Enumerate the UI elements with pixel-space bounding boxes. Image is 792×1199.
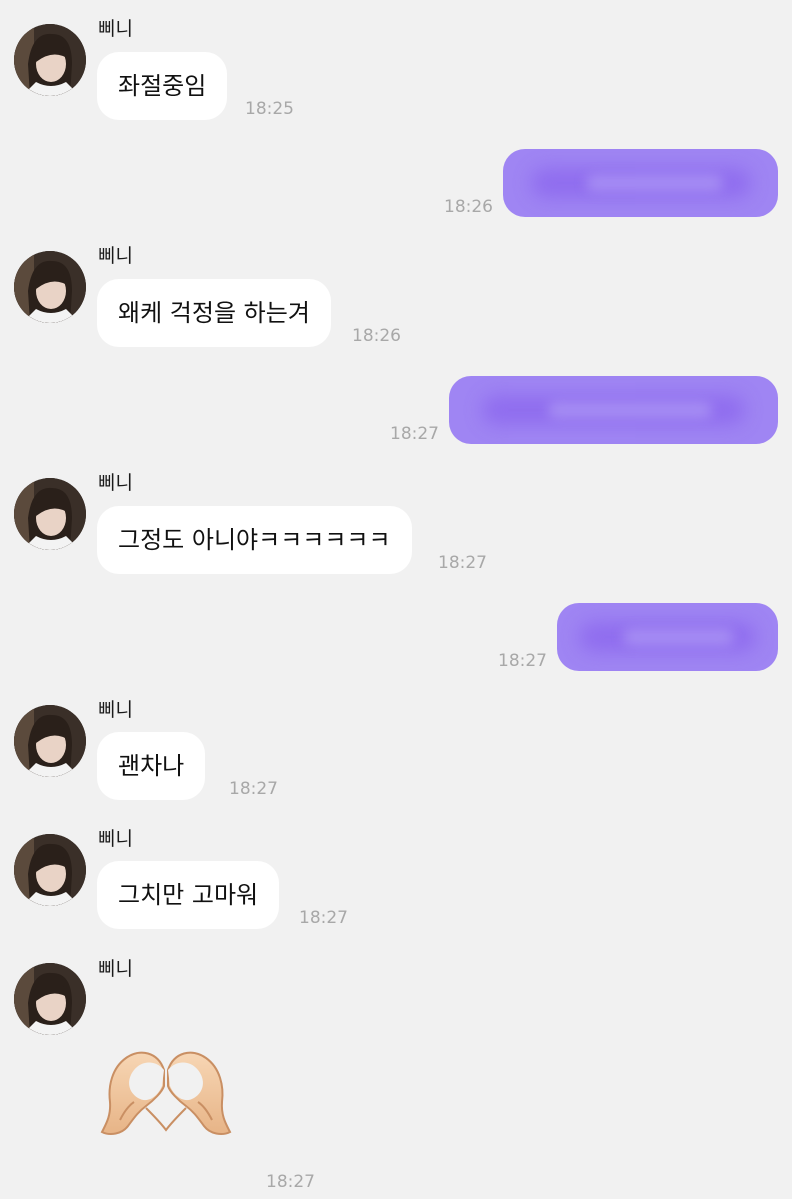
received-message-bubble[interactable]: 왜케 걱정을 하는겨 xyxy=(97,279,331,347)
message-timestamp: 18:27 xyxy=(299,908,348,928)
message-timestamp: 18:27 xyxy=(498,651,547,671)
received-message-bubble[interactable]: 그치만 고마워 xyxy=(97,861,280,929)
received-message-bubble[interactable]: 그정도 아니야ㅋㅋㅋㅋㅋㅋ xyxy=(97,506,412,574)
chat-conversation: 삐니 좌절중임 18:25 18:26 삐니 왜케 걱정을 하는겨 18:26 … xyxy=(0,0,792,1199)
received-message-bubble[interactable]: 좌절중임 xyxy=(97,52,228,120)
sender-name: 삐니 xyxy=(98,472,133,494)
message-timestamp: 18:27 xyxy=(438,553,487,573)
sender-name: 삐니 xyxy=(98,828,133,850)
sender-avatar[interactable] xyxy=(14,251,86,323)
sent-message-bubble-blurred[interactable] xyxy=(449,376,778,444)
blurred-content xyxy=(623,628,734,646)
sender-name: 삐니 xyxy=(98,245,133,267)
sent-message-bubble-blurred[interactable] xyxy=(557,603,778,671)
message-timestamp: 18:26 xyxy=(352,326,401,346)
sender-avatar[interactable] xyxy=(14,963,86,1035)
sender-avatar[interactable] xyxy=(14,705,86,777)
sender-name: 삐니 xyxy=(98,958,133,980)
message-timestamp: 18:26 xyxy=(444,197,493,217)
message-timestamp: 18:25 xyxy=(245,99,294,119)
message-timestamp: 18:27 xyxy=(229,779,278,799)
blurred-content xyxy=(585,174,723,192)
sender-name: 삐니 xyxy=(98,699,133,721)
sent-message-bubble-blurred[interactable] xyxy=(503,149,778,217)
sender-avatar[interactable] xyxy=(14,24,86,96)
sender-avatar[interactable] xyxy=(14,834,86,906)
blurred-content xyxy=(547,401,713,419)
received-message-bubble[interactable]: 괜차나 xyxy=(97,732,206,800)
sender-name: 삐니 xyxy=(98,18,133,40)
message-timestamp: 18:27 xyxy=(266,1172,315,1192)
message-timestamp: 18:27 xyxy=(390,424,439,444)
heart-hands-icon[interactable] xyxy=(100,1046,232,1142)
sender-avatar[interactable] xyxy=(14,478,86,550)
